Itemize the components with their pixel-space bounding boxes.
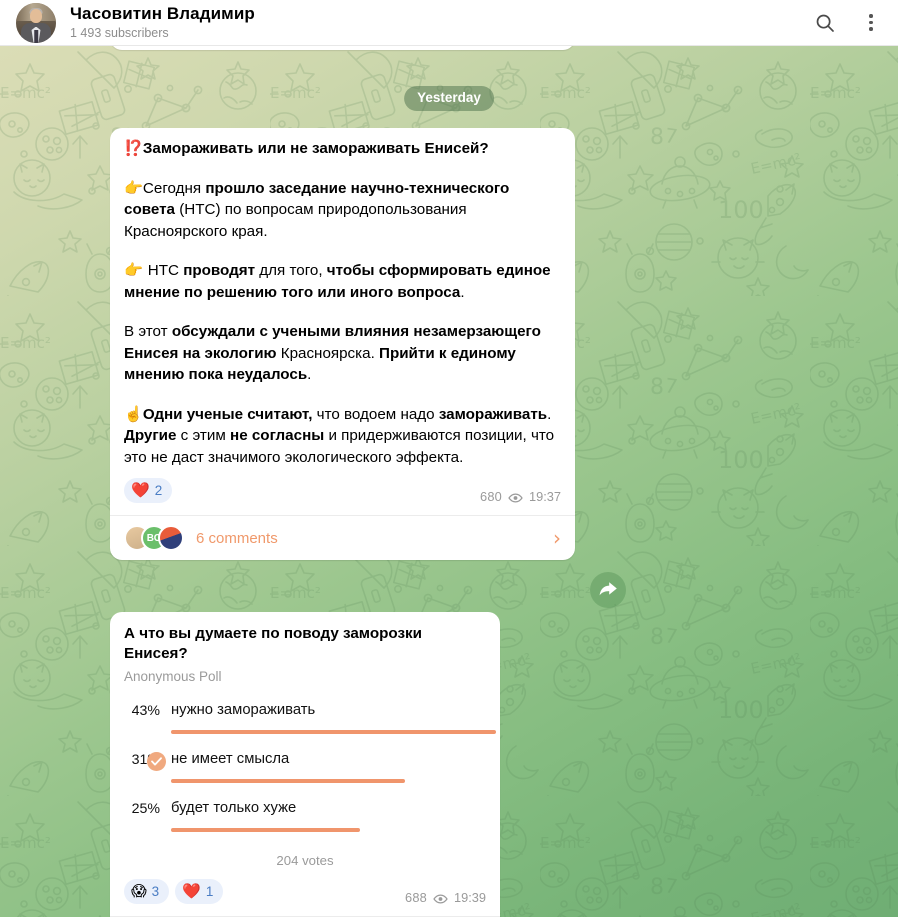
poll-option-line: 43% нужно замораживать — [124, 701, 486, 721]
poll-option-bar-track — [171, 779, 486, 783]
post-paragraph: 👉 НТС проводят для того, чтобы сформиров… — [124, 260, 561, 303]
header-actions — [812, 10, 884, 36]
post-commenter-avatars: ВС — [124, 525, 184, 551]
post-text-run: . — [460, 283, 465, 301]
commenter-avatar-3 — [158, 525, 184, 551]
check-circle-icon — [147, 752, 166, 771]
post-paragraph: 👉Сегодня прошло заседание научно-техниче… — [124, 178, 561, 243]
post-paragraph: ☝️Одни ученые считают, что водоем надо з… — [124, 404, 561, 469]
reaction-emoji: ❤️ — [131, 481, 150, 499]
post-text-run: . — [547, 405, 552, 423]
channel-title: Часовитин Владимир — [70, 4, 255, 23]
post-text-run: (НТС) по вопросам природопользования Кра… — [124, 201, 467, 240]
poll-option-line: 25% будет только хуже — [124, 799, 486, 819]
reaction-emoji: 😱 — [131, 882, 147, 900]
reaction-count: 1 — [205, 884, 214, 899]
reaction-scream[interactable]: 😱 3 — [124, 879, 170, 904]
poll-option-percent: 25% — [131, 801, 160, 817]
poll-option-percent: 43% — [131, 703, 160, 719]
eye-icon — [433, 892, 448, 904]
poll-option-label: будет только хуже — [171, 800, 297, 816]
channel-avatar[interactable] — [16, 2, 56, 43]
poll-type-label: Anonymous Poll — [124, 669, 222, 684]
post-body: ⁉️Замораживать или не замораживать Енисе… — [124, 138, 561, 468]
poll-option-line: 31% не имеет смысла — [124, 750, 486, 770]
poll-option-label: не имеет смысла — [171, 751, 290, 767]
reaction-emoji: ❤️ — [182, 882, 201, 900]
post-paragraph: ⁉️Замораживать или не замораживать Енисе… — [124, 138, 561, 160]
poll-question: А что вы думаете по поводу заморозки Ени… — [124, 625, 422, 662]
poll-time: 19:39 — [453, 889, 486, 905]
poll-option[interactable]: 31% не имеет смысла — [124, 750, 486, 783]
post-title-emoji: ⁉️ — [124, 139, 143, 157]
chevron-right-icon[interactable]: › — [553, 528, 561, 548]
reaction-heart[interactable]: ❤️ 2 — [124, 478, 173, 503]
channel-header: Часовитин Владимир 1 493 subscribers — [0, 0, 898, 46]
search-icon[interactable] — [812, 10, 838, 36]
header-texts: Часовитин Владимир 1 493 subscribers — [70, 4, 812, 41]
poll-option[interactable]: 25% будет только хуже — [124, 799, 486, 832]
poll-option-bar-fill — [171, 828, 360, 832]
poll-option-bar-track — [171, 730, 496, 734]
paragraph-emoji: ☝️ — [124, 404, 143, 423]
subscriber-count: 1 493 subscribers — [70, 26, 169, 40]
post-text-run: НТС — [147, 262, 184, 279]
post-time: 19:37 — [528, 488, 561, 504]
post-text-run: Сегодня — [142, 179, 206, 197]
reaction-count: 3 — [151, 884, 160, 899]
post-text-bold: не согласны — [230, 427, 325, 444]
reaction-count: 2 — [154, 483, 163, 498]
paragraph-emoji: 👉 — [124, 178, 143, 197]
poll-message[interactable]: А что вы думаете по поводу заморозки Ени… — [110, 612, 500, 917]
previous-message-partial — [110, 46, 575, 50]
chat-scroll-area[interactable]: Yesterday ⁉️Замораживать или не заморажи… — [0, 46, 898, 917]
view-count: 680 — [480, 488, 502, 504]
post-text-bold: проводят — [183, 262, 256, 279]
telegram-channel-view: Часовитин Владимир 1 493 subscribers Yes… — [0, 0, 898, 917]
post-text-run: В этот — [124, 323, 172, 340]
view-count: 688 — [405, 889, 427, 905]
post-text-run: Красноярска. — [276, 344, 380, 362]
channel-post-message[interactable]: ⁉️Замораживать или не замораживать Енисе… — [110, 128, 575, 560]
post-comments-label[interactable]: 6 comments — [196, 530, 553, 547]
post-title: Замораживать или не замораживать Енисей? — [142, 140, 489, 157]
post-text-run: для того, — [255, 262, 327, 279]
paragraph-emoji: 👉 — [124, 261, 148, 279]
post-text-run: что водоем надо — [312, 405, 439, 423]
poll-option-label: нужно замораживать — [171, 702, 316, 718]
post-meta: 680 19:37 — [124, 485, 561, 507]
poll-option-bar-fill — [171, 730, 496, 734]
poll-option-bar-track — [171, 828, 486, 832]
poll-option-bar-fill — [171, 779, 405, 783]
eye-icon — [508, 491, 523, 503]
post-text-bold: Другие — [124, 427, 177, 444]
post-paragraph: В этот обсуждали с учеными влияния незам… — [124, 321, 561, 386]
post-text-run: . — [307, 366, 312, 383]
share-forward-icon[interactable] — [590, 572, 626, 608]
reaction-heart[interactable]: ❤️ 1 — [175, 879, 224, 904]
poll-vote-count: 204 votes — [276, 853, 334, 868]
more-vertical-icon[interactable] — [858, 10, 884, 36]
poll-options: 43% нужно замораживать 31% не имеет смысла 2… — [124, 701, 496, 832]
post-comments-bar[interactable]: ВС 6 comments › — [110, 515, 575, 560]
post-text-run: с этим — [176, 427, 231, 444]
post-text-bold: замораживать — [438, 405, 548, 423]
poll-option[interactable]: 43% нужно замораживать — [124, 701, 496, 734]
post-text-bold: Одни ученые считают, — [142, 405, 313, 423]
date-separator: Yesterday — [404, 86, 494, 111]
